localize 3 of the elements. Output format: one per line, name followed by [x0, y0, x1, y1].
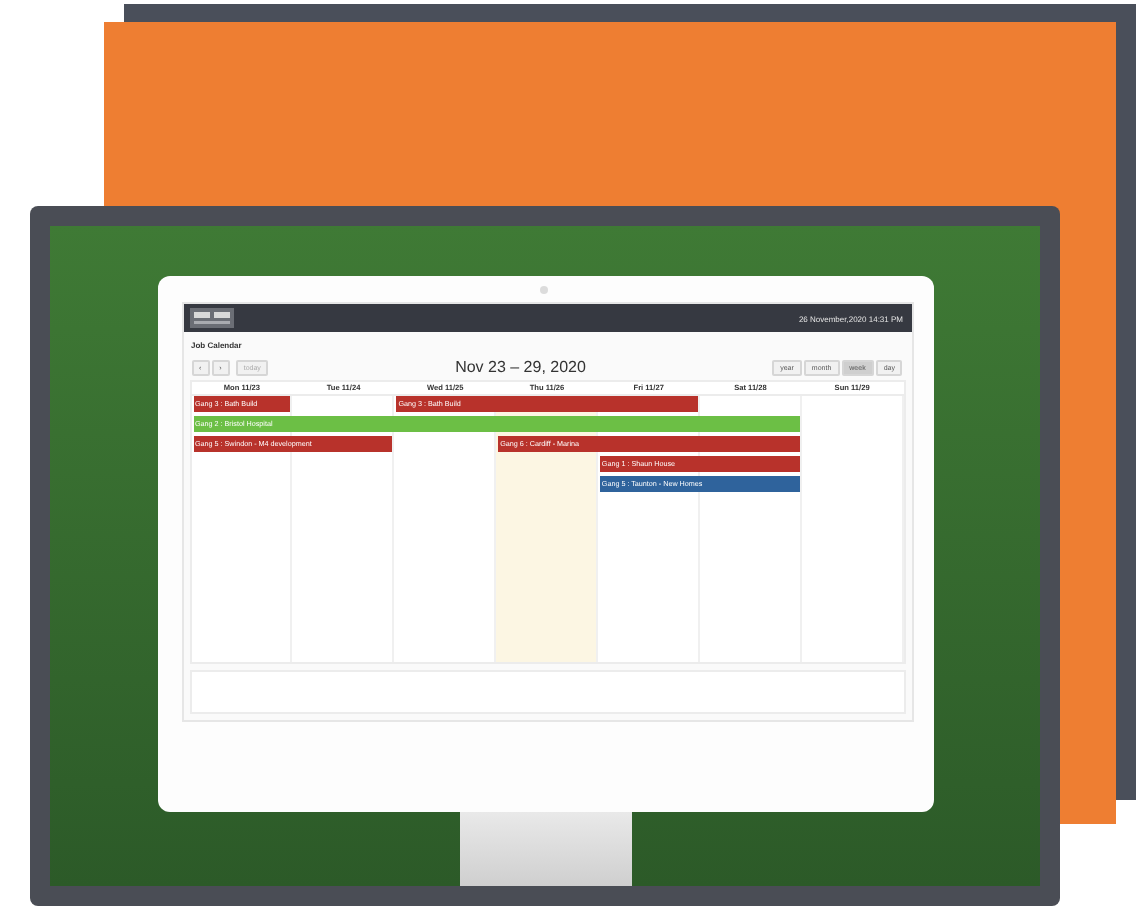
logo-icon: [189, 308, 233, 328]
range-title: Nov 23 – 29, 2020: [455, 358, 586, 376]
camera-dot: [539, 286, 547, 294]
